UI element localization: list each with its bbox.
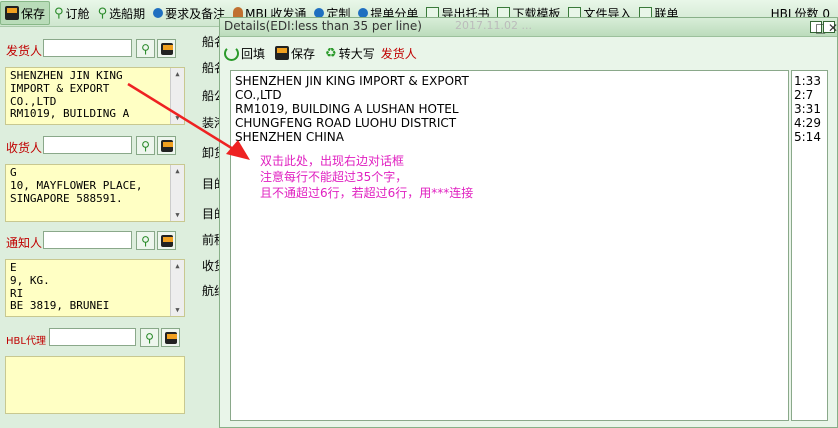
hint-line-1: 双击此处，出现右边对话框 xyxy=(260,154,405,168)
line-count-2: 2:7 xyxy=(794,88,814,102)
consignee-save-button[interactable] xyxy=(157,136,176,155)
detail-line-2: CO.,LTD xyxy=(235,88,282,102)
save-icon xyxy=(164,331,177,344)
hbl-agent-code-input[interactable] xyxy=(49,328,136,346)
booking-button[interactable]: ⚲ 订舱 xyxy=(50,2,94,24)
scroll-up-icon[interactable]: ▲ xyxy=(171,260,184,272)
shipper-label: 发货人 xyxy=(6,44,43,58)
detail-line-3: RM1019, BUILDING A LUSHAN HOTEL xyxy=(235,102,459,116)
scrollbar[interactable]: ▲ ▼ xyxy=(170,260,184,316)
magnifier-icon: ⚲ xyxy=(54,5,64,21)
shipper-search-button[interactable]: ⚲ xyxy=(136,39,155,58)
save-icon xyxy=(160,234,173,247)
notify-address-box[interactable]: E 9, KG. RI BE 3819, BRUNEI ▲ ▼ xyxy=(5,259,185,317)
save-button[interactable]: 保存 xyxy=(0,1,51,25)
detail-line-4: CHUNGFENG ROAD LUOHU DISTRICT xyxy=(235,116,457,130)
line-count-1: 1:33 xyxy=(794,74,821,88)
hbl-agent-label: HBL代理 xyxy=(6,336,46,347)
line-count-3: 3:31 xyxy=(794,102,821,116)
scroll-down-icon[interactable]: ▼ xyxy=(171,112,184,124)
dialog-title-bar[interactable]: Details(EDI:less than 35 per line) 2017.… xyxy=(220,18,838,37)
close-button[interactable]: ✕ xyxy=(823,21,838,35)
dialog-title: Details(EDI:less than 35 per line) xyxy=(224,19,422,33)
line-count-panel: 1:33 2:7 3:31 4:29 5:14 xyxy=(791,70,828,421)
detail-line-5: SHENZHEN CHINA xyxy=(235,130,344,144)
hbl-agent-address-box[interactable] xyxy=(5,356,185,414)
consignee-line-4: SINGAPORE 588591. xyxy=(10,191,123,205)
close-icon: ✕ xyxy=(828,21,838,35)
scroll-down-icon[interactable]: ▼ xyxy=(171,304,184,316)
detail-line-1: SHENZHEN JIN KING IMPORT & EXPORT xyxy=(235,74,469,88)
pin-icon xyxy=(153,8,164,18)
scroll-up-icon[interactable]: ▲ xyxy=(171,165,184,177)
details-textarea[interactable]: SHENZHEN JIN KING IMPORT & EXPORT CO.,LT… xyxy=(230,70,789,421)
magnifier-icon: ⚲ xyxy=(141,233,150,248)
notify-line-2: 9, KG. xyxy=(10,273,50,287)
scrollbar[interactable]: ▲ ▼ xyxy=(170,165,184,221)
shipper-save-button[interactable] xyxy=(157,39,176,58)
shipper-line-4: RM1019, BUILDING A xyxy=(10,107,130,121)
line-count-4: 4:29 xyxy=(794,116,821,130)
magnifier-icon: ⚲ xyxy=(97,5,108,21)
notify-save-button[interactable] xyxy=(157,231,176,250)
scroll-down-icon[interactable]: ▼ xyxy=(171,209,184,221)
magnifier-icon: ⚲ xyxy=(141,138,150,153)
consignee-label: 收货人 xyxy=(6,141,43,155)
notify-code-input[interactable] xyxy=(43,231,132,249)
scrollbar[interactable]: ▲ ▼ xyxy=(170,68,184,124)
hbl-agent-search-button[interactable]: ⚲ xyxy=(140,328,159,347)
parties-panel: 发货人 ⚲ SHENZHEN JIN KING IMPORT & EXPORT … xyxy=(0,27,220,428)
shipper-line-1: SHENZHEN JIN KING xyxy=(10,69,123,82)
line-count-5: 5:14 xyxy=(794,130,821,144)
notify-search-button[interactable]: ⚲ xyxy=(136,231,155,250)
hbl-agent-save-button[interactable] xyxy=(161,328,180,347)
dialog-toolbar: 回填 保存 ♻ 转大写 发货人 xyxy=(220,40,417,66)
consignee-code-input[interactable] xyxy=(43,136,132,154)
save-icon xyxy=(5,6,19,20)
hint-line-3: 且不通超过6行，若超过6行，用***连接 xyxy=(260,186,474,200)
consignee-address-box[interactable]: G 10, MAYFLOWER PLACE, SINGAPORE 588591.… xyxy=(5,164,185,222)
maximize-button[interactable]: □ xyxy=(810,21,826,34)
consignee-search-button[interactable]: ⚲ xyxy=(136,136,155,155)
magnifier-icon: ⚲ xyxy=(141,41,150,56)
dialog-field-name: 发货人 xyxy=(380,46,417,61)
consignee-line-3: 10, MAYFLOWER PLACE, xyxy=(10,178,143,192)
hint-line-2: 注意每行不能超过35个字， xyxy=(260,170,408,184)
save-icon xyxy=(275,46,290,60)
details-dialog: Details(EDI:less than 35 per line) 2017.… xyxy=(219,17,838,428)
magnifier-icon: ⚲ xyxy=(145,330,154,345)
dialog-save-button[interactable]: 保存 xyxy=(271,42,319,64)
notify-line-4: BE 3819, BRUNEI xyxy=(10,299,110,313)
refresh-icon xyxy=(224,45,239,61)
save-icon xyxy=(160,139,173,152)
shipper-line-2: IMPORT & EXPORT xyxy=(10,81,110,95)
scroll-up-icon[interactable]: ▲ xyxy=(171,68,184,80)
refill-button[interactable]: 回填 xyxy=(220,42,269,64)
requirements-remarks-button[interactable]: 要求及备注 xyxy=(149,2,229,24)
dialog-background-date: 2017.11.02 ... xyxy=(455,19,532,32)
save-icon xyxy=(160,42,173,55)
consignee-line-2: G xyxy=(10,166,17,179)
notify-party-label: 通知人 xyxy=(6,236,43,250)
shipper-address-box[interactable]: SHENZHEN JIN KING IMPORT & EXPORT CO.,LT… xyxy=(5,67,185,125)
uppercase-button[interactable]: ♻ 转大写 xyxy=(321,42,379,64)
select-schedule-button[interactable]: ⚲ 选船期 xyxy=(94,2,150,24)
recycle-icon: ♻ xyxy=(325,45,337,61)
shipper-code-input[interactable] xyxy=(43,39,132,57)
notify-line-1: E xyxy=(10,261,17,274)
